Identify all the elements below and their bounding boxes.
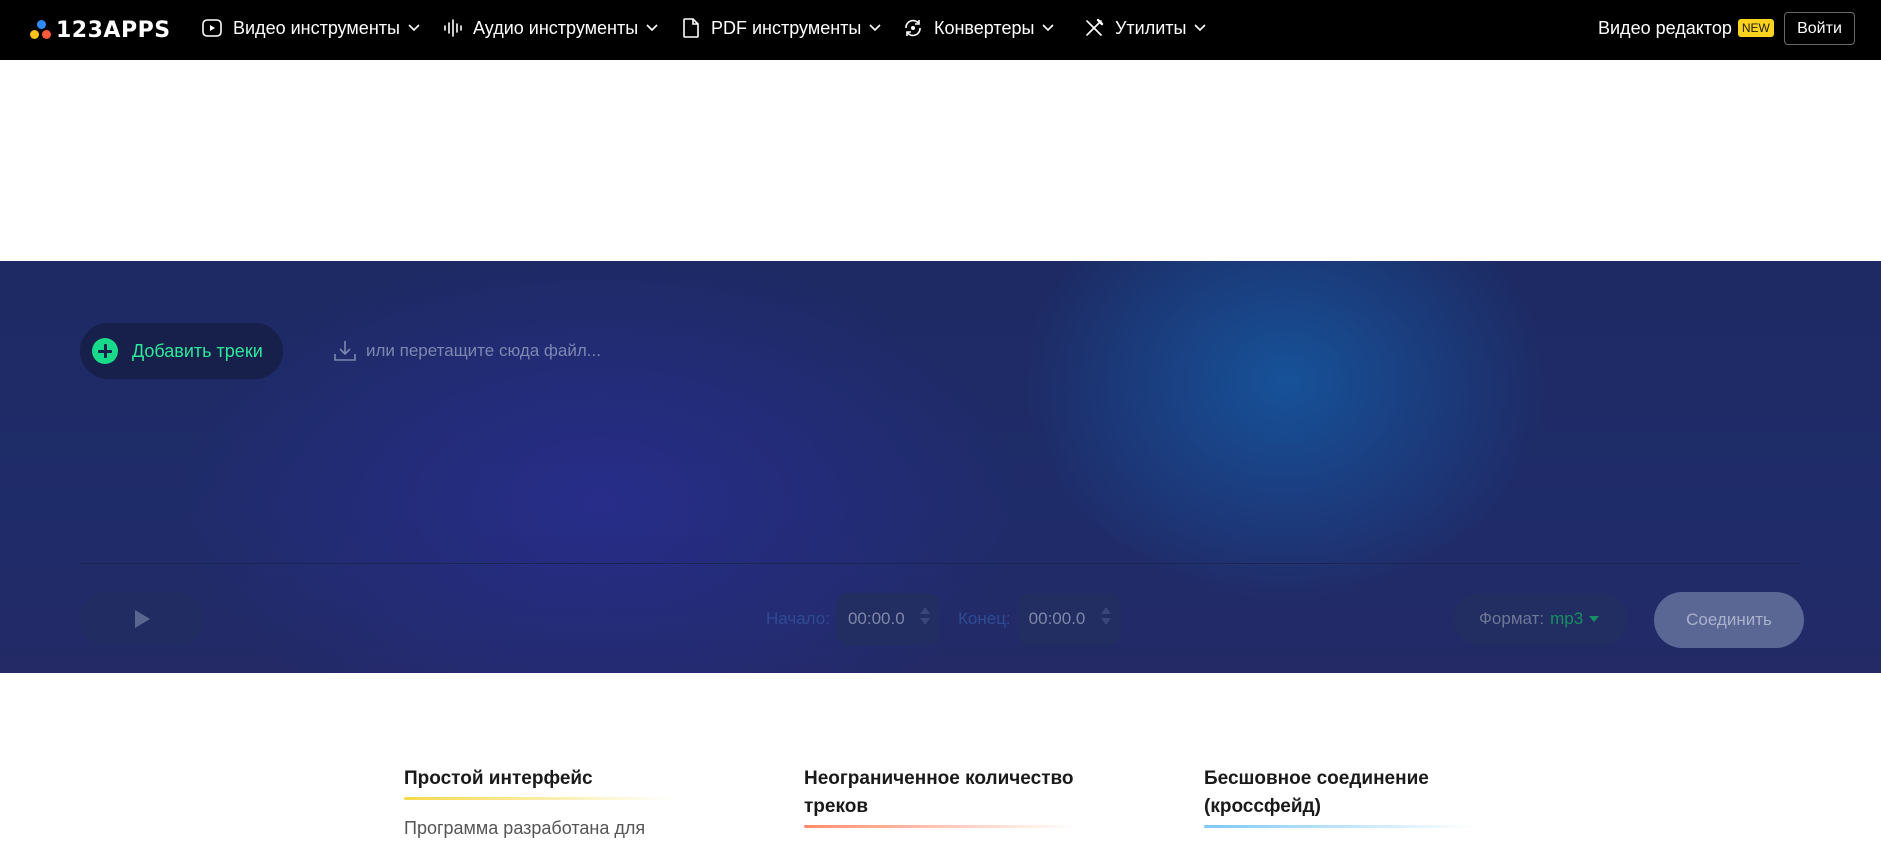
nav-audio-tools-label: Аудио инструменты: [473, 17, 639, 38]
add-tracks-label: Добавить треки: [132, 340, 263, 361]
video-editor-link[interactable]: Видео редактор NEW: [1598, 16, 1774, 40]
decrement-icon[interactable]: [919, 618, 930, 625]
join-button[interactable]: Соединить: [1654, 592, 1804, 648]
feature-title: Бесшовное соединение (кроссфейд): [1204, 768, 1429, 817]
logo-dots-icon: [30, 18, 52, 42]
nav-video-tools[interactable]: Видео инструменты: [201, 0, 420, 56]
add-tracks-button[interactable]: Добавить треки: [80, 323, 283, 379]
increment-icon[interactable]: [919, 607, 930, 614]
drop-hint-text: или перетащите сюда файл...: [366, 341, 601, 360]
format-select[interactable]: Формат: mp3: [1453, 593, 1628, 645]
play-icon: [135, 610, 150, 628]
feature-title: Простой интерфейс: [404, 768, 593, 789]
top-navigation-bar: 123APPS Видео инструменты Аудио инструме…: [0, 0, 1881, 60]
end-time-value: 00:00.0: [1028, 609, 1086, 628]
feature-underline: [404, 797, 674, 800]
nav-pdf-tools[interactable]: PDF инструменты: [681, 0, 881, 56]
video-editor-label: Видео редактор: [1598, 17, 1732, 38]
nav-converters-label: Конвертеры: [934, 17, 1035, 38]
feature-crossfade: Бесшовное соединение (кроссфейд): [1204, 765, 1484, 828]
plus-icon: [92, 338, 118, 364]
drop-zone-hint[interactable]: или перетащите сюда файл...: [332, 336, 601, 366]
timeline-divider: [80, 563, 1800, 564]
audio-joiner-panel: Добавить треки или перетащите сюда файл.…: [0, 261, 1881, 673]
end-time-stepper[interactable]: [1100, 607, 1111, 625]
chevron-down-icon: [408, 24, 420, 32]
end-time-group: Конец: 00:00.0: [958, 593, 1121, 645]
start-time-group: Начало: 00:00.0: [766, 593, 940, 645]
chevron-down-icon: [869, 24, 881, 32]
feature-title: Неограниченное количество треков: [804, 768, 1074, 817]
decrement-icon[interactable]: [1100, 618, 1111, 625]
chevron-down-icon: [1042, 24, 1055, 32]
nav-pdf-tools-label: PDF инструменты: [711, 17, 862, 38]
logo-text: 123APPS: [56, 17, 171, 43]
format-value: mp3: [1550, 609, 1584, 628]
format-label: Формат:: [1479, 609, 1545, 628]
nav-audio-tools[interactable]: Аудио инструменты: [443, 0, 658, 56]
start-time-stepper[interactable]: [919, 607, 930, 625]
audio-icon: [444, 19, 462, 37]
feature-simple-interface: Простой интерфейс Программа разработана …: [404, 765, 684, 839]
feature-underline: [804, 825, 1074, 828]
utilities-icon: [1086, 18, 1104, 36]
converter-icon: [905, 19, 921, 37]
end-time-input[interactable]: 00:00.0: [1016, 593, 1121, 645]
chevron-down-icon: [1194, 24, 1207, 32]
download-icon: [334, 341, 356, 361]
login-button[interactable]: Войти: [1784, 12, 1855, 45]
feature-description: Программа разработана для: [404, 818, 646, 838]
start-time-label: Начало:: [766, 609, 830, 628]
logo[interactable]: 123APPS: [30, 15, 171, 45]
increment-icon[interactable]: [1100, 607, 1111, 614]
end-time-label: Конец:: [958, 609, 1011, 628]
feature-unlimited-tracks: Неограниченное количество треков: [804, 765, 1084, 828]
nav-utilities-label: Утилиты: [1115, 17, 1187, 38]
nav-converters[interactable]: Конвертеры: [902, 0, 1055, 56]
nav-video-tools-label: Видео инструменты: [233, 17, 400, 38]
nav-utilities[interactable]: Утилиты: [1083, 0, 1207, 56]
start-time-input[interactable]: 00:00.0: [835, 593, 940, 645]
start-time-value: 00:00.0: [847, 609, 905, 628]
play-button[interactable]: [80, 592, 204, 646]
pdf-icon: [683, 18, 699, 38]
chevron-down-icon: [646, 24, 658, 32]
caret-down-icon: [1589, 616, 1600, 622]
video-icon: [202, 19, 222, 37]
feature-underline: [1204, 825, 1474, 828]
new-badge: NEW: [1737, 19, 1774, 37]
